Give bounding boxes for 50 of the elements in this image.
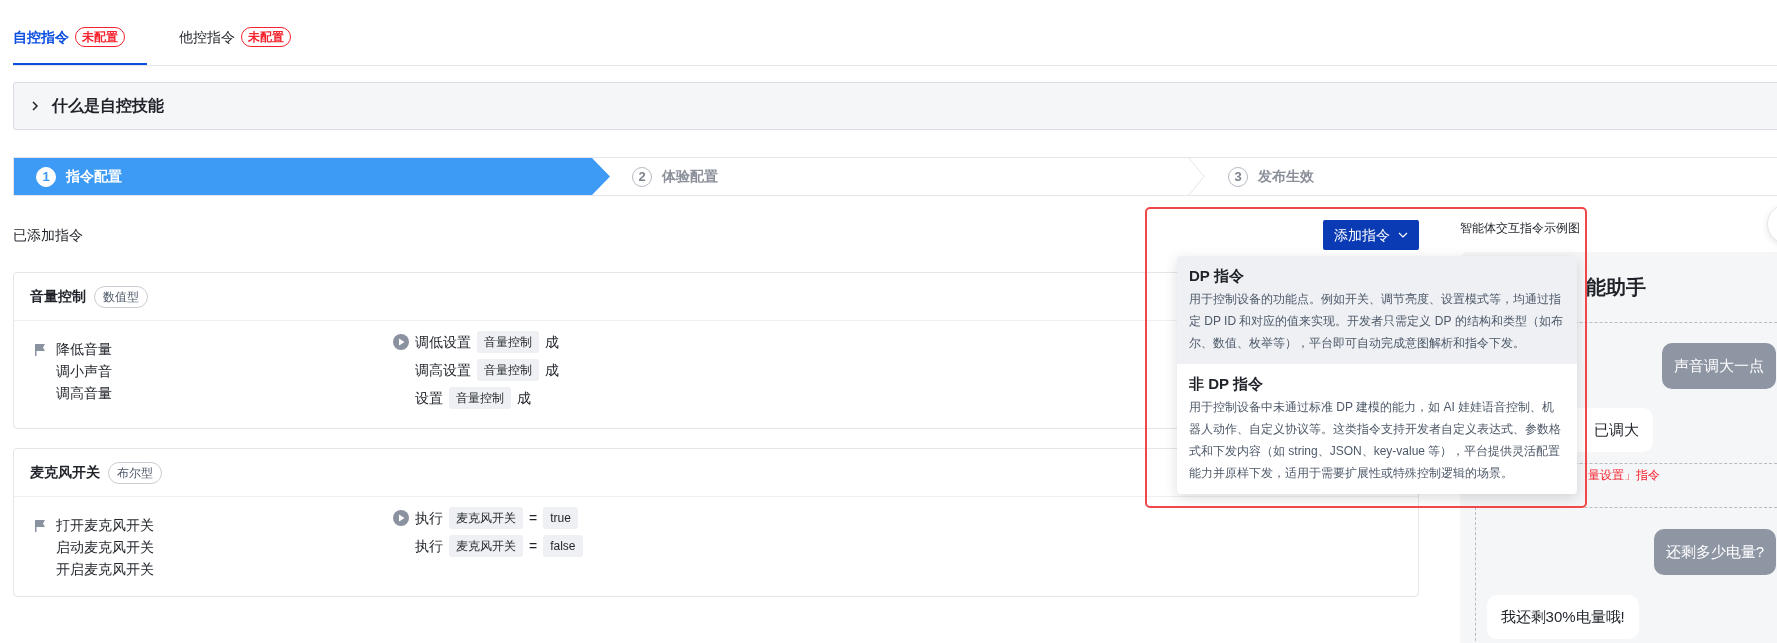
utterance: 启动麦克风开关 — [56, 538, 154, 557]
caret-icon — [1397, 232, 1408, 238]
command-name: 音量控制 — [30, 287, 86, 306]
dp-chip: true — [543, 507, 578, 529]
user-message: 声音调大一点 — [1662, 343, 1776, 389]
command-name: 麦克风开关 — [30, 463, 100, 482]
preview-caption: 智能体交互指令示例图 — [1459, 220, 1581, 236]
flag-icon — [34, 519, 46, 532]
equals-sign: = — [529, 536, 538, 556]
command-note: 量设置」指令 — [1587, 467, 1660, 484]
menu-item-title: 非 DP 指令 — [1189, 374, 1264, 394]
menu-item[interactable]: DP 指令 用于控制设备的功能点。例如开关、调节亮度、设置模式等，均通过指定 DP ID 和对应的值来实现。开发者只需定义 DP 的结构和类型（如布尔、数值、枚举等），平台即可自动完成意图解析和指令下发。 — [1177, 256, 1577, 364]
dp-chip: 音量控制 — [449, 387, 511, 409]
collapse-panel[interactable]: 什么是自控技能 — [13, 82, 1777, 130]
chevron-right-icon — [30, 100, 40, 112]
section-title: 已添加指令 — [13, 225, 83, 245]
step[interactable]: 2 体验配置 — [610, 158, 1206, 195]
menu-item-title: DP 指令 — [1189, 266, 1245, 286]
action-text: 成 — [545, 360, 559, 380]
add-command-button[interactable]: 添加指令 — [1322, 220, 1419, 250]
assistant-title: 能助手 — [1585, 275, 1646, 300]
utterance: 打开麦克风开关 — [56, 516, 154, 535]
action-text: 调高设置 — [415, 360, 471, 380]
menu-item-description: 用于控制设备的功能点。例如开关、调节亮度、设置模式等，均通过指定 DP ID 和对应的值来实现。开发者只需定义 DP 的结构和类型（如布尔、数值、枚举等），平台即可自动完成意图解析和指令下发。 — [1189, 291, 1564, 352]
action-text: 执行 — [415, 508, 443, 528]
dp-chip: false — [543, 535, 583, 557]
action-text: 设置 — [415, 388, 443, 408]
action-text: 调低设置 — [415, 332, 471, 352]
flag-icon — [34, 343, 46, 356]
play-icon — [393, 334, 409, 350]
play-icon — [393, 510, 409, 526]
dp-chip: 音量控制 — [477, 359, 539, 381]
utterance: 调小声音 — [56, 362, 112, 381]
action-text: 成 — [545, 332, 559, 352]
action-text: 成 — [517, 388, 531, 408]
step-number: 1 — [36, 166, 56, 187]
dp-chip: 麦克风开关 — [449, 535, 523, 557]
action-text: 执行 — [415, 536, 443, 556]
utterance: 调高音量 — [56, 384, 112, 403]
dp-chip: 麦克风开关 — [449, 507, 523, 529]
utterance: 降低音量 — [56, 340, 112, 359]
equals-sign: = — [529, 508, 538, 528]
user-message: 还剩多少电量? — [1653, 529, 1776, 575]
step[interactable]: 3 发布生效 — [1206, 158, 1777, 195]
tab[interactable]: 自控指令 未配置 — [13, 27, 147, 65]
utterance: 开启麦克风开关 — [56, 560, 154, 579]
tab[interactable]: 他控指令 未配置 — [179, 27, 291, 65]
dp-chip: 音量控制 — [477, 331, 539, 353]
panel-title: 什么是自控技能 — [52, 96, 164, 116]
assistant-message: 我还剩30%电量哦! — [1486, 595, 1639, 639]
